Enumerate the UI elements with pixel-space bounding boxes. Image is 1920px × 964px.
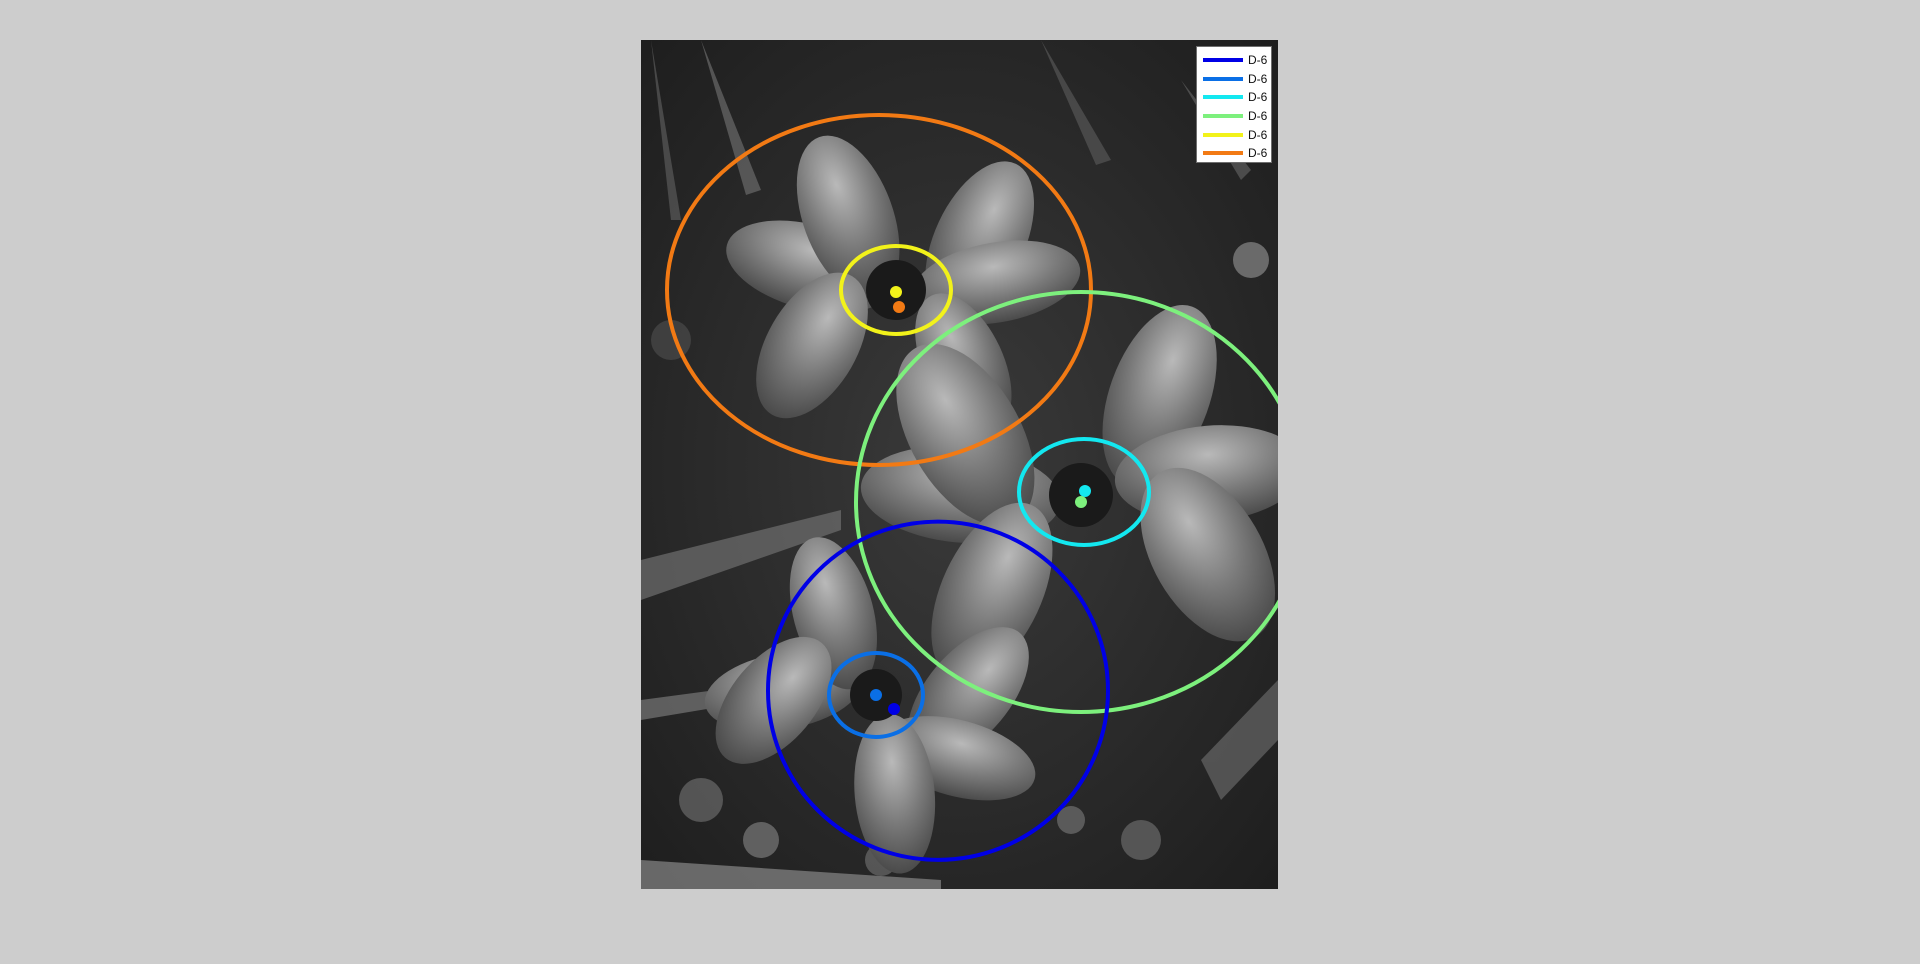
legend-label: D-6 bbox=[1248, 127, 1268, 142]
legend: D-6 D-6 D-6 D-6 D-6 D-6 bbox=[1196, 46, 1272, 163]
legend-line-light-blue bbox=[1203, 76, 1243, 81]
legend-line-cyan bbox=[1203, 95, 1243, 100]
center-point-yellow bbox=[890, 286, 902, 298]
legend-entry-1: D-6 bbox=[1197, 51, 1271, 70]
legend-entry-4: D-6 bbox=[1197, 107, 1271, 126]
legend-label: D-6 bbox=[1248, 109, 1268, 124]
center-point-blue bbox=[888, 703, 900, 715]
center-point-green bbox=[1075, 496, 1087, 508]
legend-line-green bbox=[1203, 114, 1243, 119]
legend-line-orange bbox=[1203, 151, 1243, 156]
legend-label: D-6 bbox=[1248, 146, 1268, 161]
legend-entry-2: D-6 bbox=[1197, 70, 1271, 89]
legend-entry-6: D-6 bbox=[1197, 144, 1271, 163]
legend-line-yellow bbox=[1203, 132, 1243, 137]
center-point-light-blue bbox=[870, 689, 882, 701]
figure-window: D-6 D-6 D-6 D-6 D-6 D-6 bbox=[0, 0, 1920, 964]
legend-entry-3: D-6 bbox=[1197, 88, 1271, 107]
legend-label: D-6 bbox=[1248, 71, 1268, 86]
image-axes bbox=[641, 40, 1278, 889]
center-point-cyan bbox=[1079, 485, 1091, 497]
legend-entry-5: D-6 bbox=[1197, 125, 1271, 144]
legend-line-blue bbox=[1203, 58, 1243, 63]
center-point-orange bbox=[893, 301, 905, 313]
flower-image-with-annotations bbox=[641, 40, 1278, 889]
legend-label: D-6 bbox=[1248, 53, 1268, 68]
legend-label: D-6 bbox=[1248, 90, 1268, 105]
